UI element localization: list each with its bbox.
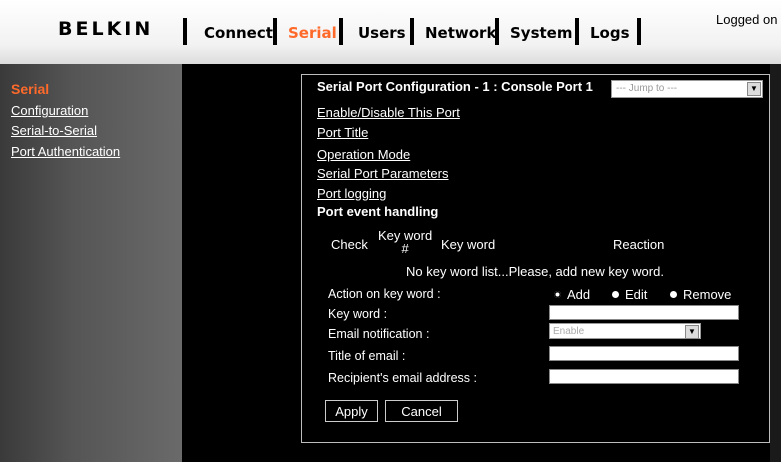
radio-remove[interactable]: Remove — [670, 287, 731, 302]
column-header-reaction: Reaction — [613, 237, 665, 252]
link-port-logging[interactable]: Port logging — [317, 186, 386, 201]
tab-network[interactable]: Network — [425, 24, 496, 42]
radio-edit[interactable]: Edit — [612, 287, 647, 302]
title-of-email-label: Title of email : — [328, 349, 406, 363]
email-notification-value: Enable — [553, 326, 585, 337]
tab-serial[interactable]: Serial — [288, 24, 337, 42]
sidebar-item-configuration[interactable]: Configuration — [11, 103, 88, 118]
keyword-label: Key word : — [328, 307, 388, 321]
header-separator — [410, 18, 414, 45]
radio-selected-icon — [554, 291, 561, 298]
header-separator — [575, 18, 579, 45]
header-separator — [273, 18, 277, 45]
jump-to-value: --- Jump to --- — [616, 83, 678, 94]
email-notification-label: Email notification : — [328, 327, 430, 341]
column-header-keyword-number: Key word # — [378, 228, 433, 256]
header-separator — [183, 18, 187, 45]
sidebar-item-serial-to-serial[interactable]: Serial-to-Serial — [11, 123, 97, 138]
radio-add[interactable]: Add — [554, 287, 590, 302]
header-separator — [495, 18, 499, 45]
keyword-input[interactable] — [549, 305, 739, 320]
section-title: Port event handling — [317, 204, 439, 219]
tab-connect[interactable]: Connect — [204, 24, 273, 42]
email-notification-select[interactable]: Enable ▼ — [549, 323, 701, 339]
logged-on-status: Logged on — [716, 12, 778, 27]
column-header-keyword: Key word — [441, 237, 496, 252]
empty-list-message: No key word list...Please, add new key w… — [406, 264, 664, 279]
sidebar-heading: Serial — [11, 81, 50, 97]
tab-users[interactable]: Users — [358, 24, 406, 42]
chevron-down-icon[interactable]: ▼ — [747, 82, 761, 96]
radio-icon — [670, 291, 677, 298]
sidebar-item-port-authentication[interactable]: Port Authentication — [11, 144, 120, 159]
top-header: BELKIN Connect Serial Users Network Syst… — [0, 0, 781, 64]
header-separator — [339, 18, 343, 45]
jump-to-select[interactable]: --- Jump to --- ▼ — [611, 80, 763, 98]
tab-system[interactable]: System — [510, 24, 572, 42]
title-of-email-input[interactable] — [549, 346, 739, 361]
left-sidebar: Serial Configuration Serial-to-Serial Po… — [0, 64, 182, 462]
brand-logo: BELKIN — [58, 18, 154, 40]
link-operation-mode[interactable]: Operation Mode — [317, 147, 410, 162]
recipient-email-input[interactable] — [549, 369, 739, 384]
radio-icon — [612, 291, 619, 298]
right-edge-strip — [770, 64, 781, 462]
link-port-title[interactable]: Port Title — [317, 125, 368, 140]
apply-button[interactable]: Apply — [325, 400, 378, 422]
action-on-keyword-label: Action on key word : — [328, 287, 441, 301]
link-enable-disable-port[interactable]: Enable/Disable This Port — [317, 105, 460, 120]
link-serial-port-parameters[interactable]: Serial Port Parameters — [317, 166, 449, 181]
cancel-button[interactable]: Cancel — [385, 400, 458, 422]
header-separator — [637, 18, 641, 45]
recipient-email-label: Recipient's email address : — [328, 371, 477, 385]
chevron-down-icon[interactable]: ▼ — [685, 325, 699, 339]
tab-logs[interactable]: Logs — [590, 24, 630, 42]
serial-config-panel: Serial Port Configuration - 1 : Console … — [301, 74, 770, 443]
panel-title: Serial Port Configuration - 1 : Console … — [317, 79, 593, 94]
column-header-check: Check — [331, 237, 368, 252]
